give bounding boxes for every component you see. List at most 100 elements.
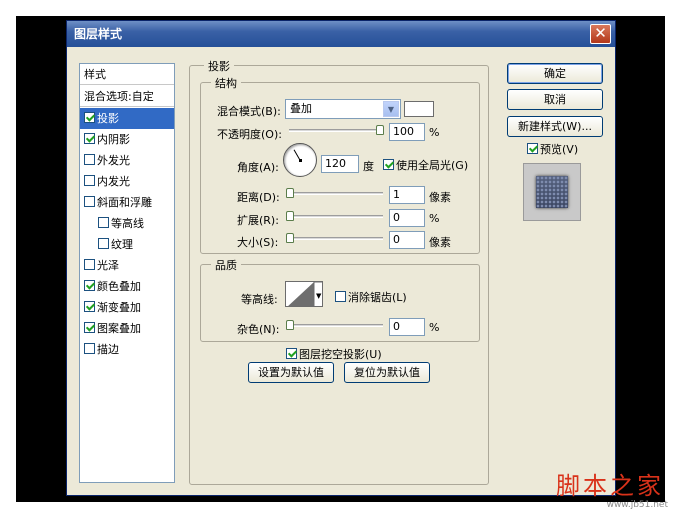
size-label: 大小(S): [237, 236, 279, 249]
angle-dial[interactable] [283, 143, 317, 177]
blend-options-item[interactable]: 混合选项:自定 [80, 86, 174, 107]
opacity-slider-track[interactable] [289, 129, 383, 132]
opacity-slider-thumb[interactable] [376, 125, 384, 135]
noise-slider-thumb[interactable] [286, 320, 294, 330]
style-item-label: 投影 [97, 112, 119, 125]
style-item-checkbox[interactable] [84, 280, 95, 291]
global-light-checkbox[interactable] [383, 159, 394, 170]
size-input[interactable]: 0 [389, 231, 425, 249]
drop-shadow-group: 投影 结构 混合模式(B): 叠加 ▼ 不透明度(O): 100 % 角度(A)… [189, 58, 489, 485]
style-item-label: 等高线 [111, 217, 144, 230]
style-item[interactable]: 外发光 [80, 150, 174, 171]
anti-alias-checkbox[interactable] [335, 291, 346, 302]
knockout-checkbox[interactable] [286, 348, 297, 359]
angle-dial-center [299, 159, 302, 162]
blend-mode-label: 混合模式(B): [217, 105, 281, 118]
style-item[interactable]: 描边 [80, 339, 174, 360]
contour-curve-icon: ▼ [288, 282, 322, 306]
shadow-color-swatch[interactable] [404, 101, 434, 117]
style-item[interactable]: 内阴影 [80, 129, 174, 150]
opacity-input[interactable]: 100 [389, 123, 425, 141]
style-item-label: 图案叠加 [97, 322, 141, 335]
anti-alias-option[interactable]: 消除锯齿(L) [335, 289, 407, 305]
size-slider-thumb[interactable] [286, 233, 294, 243]
style-item[interactable]: 颜色叠加 [80, 276, 174, 297]
background-left [16, 16, 68, 502]
ok-button[interactable]: 确定 [507, 63, 603, 84]
dialog-title: 图层样式 [74, 27, 123, 41]
anti-alias-label: 消除锯齿(L) [348, 291, 407, 304]
style-item[interactable]: 斜面和浮雕 [80, 192, 174, 213]
svg-text:▼: ▼ [316, 292, 322, 300]
title-bar[interactable]: 图层样式 ✕ [67, 21, 615, 47]
size-slider-track[interactable] [289, 237, 383, 240]
style-item-checkbox[interactable] [84, 196, 95, 207]
style-item[interactable]: 投影 [80, 108, 174, 129]
style-preview [523, 163, 581, 221]
opacity-label: 不透明度(O): [217, 128, 282, 141]
style-item-label: 描边 [97, 343, 119, 356]
structure-title: 结构 [211, 75, 241, 91]
contour-picker[interactable]: ▼ [285, 281, 323, 307]
style-item-checkbox[interactable] [84, 322, 95, 333]
spread-input[interactable]: 0 [389, 209, 425, 227]
style-item-checkbox[interactable] [84, 112, 95, 123]
size-unit: 像素 [429, 236, 451, 249]
knockout-label: 图层挖空投影(U) [299, 348, 382, 361]
reset-default-button[interactable]: 复位为默认值 [344, 362, 430, 383]
noise-input[interactable]: 0 [389, 318, 425, 336]
style-item[interactable]: 光泽 [80, 255, 174, 276]
style-item[interactable]: 纹理 [80, 234, 174, 255]
angle-label: 角度(A): [237, 161, 279, 174]
close-button[interactable]: ✕ [590, 24, 611, 44]
style-item-checkbox[interactable] [84, 343, 95, 354]
preview-option[interactable]: 预览(V) [527, 141, 578, 157]
knockout-option[interactable]: 图层挖空投影(U) [286, 346, 382, 362]
close-icon: ✕ [594, 24, 607, 42]
styles-list-panel: 样式 混合选项:自定 投影内阴影外发光内发光 斜面和浮雕等高线纹理光泽颜色叠加渐变… [79, 63, 175, 483]
noise-label: 杂色(N): [237, 323, 280, 336]
style-item-checkbox[interactable] [84, 259, 95, 270]
distance-label: 距离(D): [237, 191, 280, 204]
noise-unit: % [429, 321, 440, 334]
style-item-label: 渐变叠加 [97, 301, 141, 314]
style-item-checkbox[interactable] [98, 217, 109, 228]
style-item-checkbox[interactable] [84, 133, 95, 144]
distance-input[interactable]: 1 [389, 186, 425, 204]
cancel-button[interactable]: 取消 [507, 89, 603, 110]
opacity-unit: % [429, 126, 440, 139]
watermark-url: www.jb51.net [606, 500, 668, 510]
style-item-label: 外发光 [97, 154, 130, 167]
make-default-button[interactable]: 设置为默认值 [248, 362, 334, 383]
noise-slider-track[interactable] [289, 324, 383, 327]
style-item-label: 光泽 [97, 259, 119, 272]
styles-header[interactable]: 样式 [80, 64, 174, 85]
style-item-checkbox[interactable] [98, 238, 109, 249]
style-item-label: 纹理 [111, 238, 133, 251]
distance-slider-track[interactable] [289, 192, 383, 195]
quality-title: 品质 [211, 257, 241, 273]
blend-mode-select[interactable]: 叠加 ▼ [285, 99, 401, 119]
style-item[interactable]: 渐变叠加 [80, 297, 174, 318]
style-item[interactable]: 等高线 [80, 213, 174, 234]
style-item-checkbox[interactable] [84, 301, 95, 312]
spread-slider-thumb[interactable] [286, 211, 294, 221]
style-item[interactable]: 图案叠加 [80, 318, 174, 339]
quality-group: 品质 等高线: ▼ 消除锯齿(L) 杂色(N): 0 % [200, 257, 480, 342]
contour-label: 等高线: [241, 293, 278, 306]
spread-slider-track[interactable] [289, 215, 383, 218]
preview-checkbox[interactable] [527, 143, 538, 154]
layer-style-dialog: 图层样式 ✕ 样式 混合选项:自定 投影内阴影外发光内发光 斜面和浮雕等高线纹理光… [66, 20, 616, 496]
style-item-label: 颜色叠加 [97, 280, 141, 293]
angle-input[interactable]: 120 [321, 155, 359, 173]
new-style-button[interactable]: 新建样式(W)... [507, 116, 603, 137]
spread-unit: % [429, 212, 440, 225]
distance-slider-thumb[interactable] [286, 188, 294, 198]
angle-unit: 度 [363, 160, 374, 173]
style-item[interactable]: 内发光 [80, 171, 174, 192]
style-item-checkbox[interactable] [84, 175, 95, 186]
drop-shadow-title: 投影 [204, 58, 234, 74]
global-light-option[interactable]: 使用全局光(G) [383, 157, 468, 173]
style-item-checkbox[interactable] [84, 154, 95, 165]
background-right [615, 16, 665, 502]
